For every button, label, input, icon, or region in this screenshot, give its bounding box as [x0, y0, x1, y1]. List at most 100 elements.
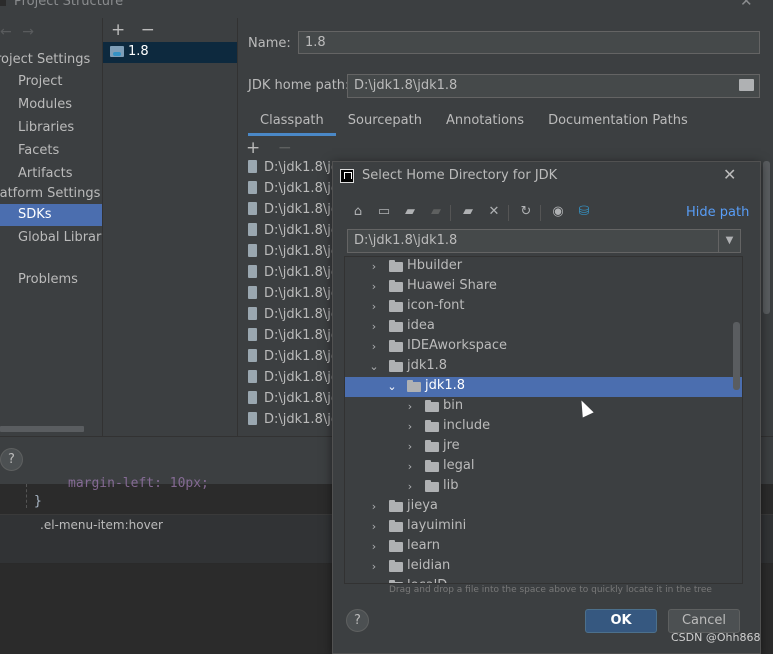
tree-item[interactable]: › jieya — [345, 497, 742, 517]
tab-classpath[interactable]: Classpath — [248, 108, 336, 136]
project-folder-icon[interactable]: ▰ — [401, 202, 419, 222]
tree-item-label: icon-font — [407, 298, 465, 313]
tree-item[interactable]: › icon-font — [345, 297, 742, 317]
hide-path-link[interactable]: Hide path — [686, 205, 749, 220]
tree-item[interactable]: › layuimini — [345, 517, 742, 537]
classpath-row[interactable]: D:\jdk1.8\jd — [248, 160, 339, 181]
classpath-row[interactable]: D:\jdk1.8\jd — [248, 370, 339, 391]
tab-sourcepath[interactable]: Sourcepath — [336, 108, 434, 136]
left-nav-scrollbar[interactable] — [0, 426, 84, 432]
help-button[interactable]: ? — [346, 609, 369, 632]
chevron-right-icon[interactable]: › — [369, 340, 379, 354]
classpath-row[interactable]: D:\jdk1.8\jd — [248, 328, 339, 349]
tree-item[interactable]: ⌄ jdk1.8 — [345, 377, 742, 397]
add-classpath-button[interactable]: + — [246, 138, 260, 158]
folder-icon — [425, 440, 439, 452]
add-sdk-button[interactable]: + — [111, 20, 125, 40]
chevron-right-icon[interactable]: › — [405, 460, 415, 474]
chevron-right-icon[interactable]: › — [405, 480, 415, 494]
tree-item[interactable]: ⌄ jdk1.8 — [345, 357, 742, 377]
back-arrow-icon[interactable]: ← — [0, 24, 12, 40]
classpath-row[interactable]: D:\jdk1.8\jd — [248, 286, 339, 307]
tree-item[interactable]: › leidian — [345, 557, 742, 577]
show-hidden-icon[interactable]: ◉ — [549, 202, 567, 222]
help-button[interactable]: ? — [0, 448, 23, 471]
tree-scrollbar[interactable] — [733, 322, 740, 390]
name-label: Name: — [248, 36, 291, 51]
nav-item-facets[interactable]: Facets — [0, 140, 102, 162]
chevron-right-icon[interactable]: › — [369, 560, 379, 574]
classpath-scrollbar[interactable] — [763, 161, 770, 314]
classpath-row[interactable]: D:\jdk1.8\jd — [248, 202, 339, 223]
tree-item[interactable]: › lib — [345, 477, 742, 497]
classpath-row[interactable]: D:\jdk1.8\jd — [248, 307, 339, 328]
tree-item[interactable]: › jre — [345, 437, 742, 457]
chevron-right-icon[interactable]: › — [369, 300, 379, 314]
jdk-home-field[interactable]: D:\jdk1.8\jdk1.8 — [347, 74, 760, 98]
drag-drop-hint: Drag and drop a file into the space abov… — [389, 585, 712, 595]
close-icon[interactable]: ✕ — [723, 165, 736, 184]
delete-icon[interactable]: ✕ — [485, 202, 503, 222]
tab-annotations[interactable]: Annotations — [434, 108, 536, 136]
sdk-item[interactable]: 1.8 — [103, 42, 237, 63]
classpath-row[interactable]: D:\jdk1.8\jd — [248, 349, 339, 370]
tree-item-label: lib — [443, 478, 459, 493]
folder-browse-icon[interactable] — [739, 79, 754, 91]
chevron-right-icon[interactable]: › — [405, 400, 415, 414]
name-field[interactable]: 1.8 — [298, 31, 760, 54]
remove-sdk-button[interactable]: − — [141, 20, 155, 40]
tab-documentation-paths[interactable]: Documentation Paths — [536, 108, 700, 136]
cancel-button[interactable]: Cancel — [668, 609, 740, 633]
chevron-right-icon[interactable]: › — [369, 320, 379, 334]
refresh-icon[interactable]: ↻ — [517, 202, 535, 222]
ok-button[interactable]: OK — [585, 609, 657, 633]
classpath-row[interactable]: D:\jdk1.8\jd — [248, 181, 339, 202]
jar-icon — [248, 223, 257, 236]
module-folder-icon[interactable]: ▰ — [427, 202, 445, 222]
nav-item-project[interactable]: Project — [0, 71, 102, 93]
chevron-right-icon[interactable]: › — [369, 540, 379, 554]
tree-item[interactable]: › idea — [345, 317, 742, 337]
jdk-icon[interactable]: ⛁ — [575, 202, 593, 222]
tree-item[interactable]: › Huawei Share — [345, 277, 742, 297]
classpath-row[interactable]: D:\jdk1.8\jd — [248, 223, 339, 244]
nav-item-sdks[interactable]: SDKs — [0, 204, 102, 226]
chevron-down-icon[interactable]: ▼ — [718, 230, 740, 252]
classpath-row[interactable]: D:\jdk1.8\jd — [248, 391, 339, 412]
chevron-right-icon[interactable]: › — [405, 420, 415, 434]
chevron-down-icon[interactable]: ⌄ — [369, 360, 379, 374]
jar-icon — [248, 391, 257, 404]
nav-item-global-libraries[interactable]: Global Libraries — [0, 227, 102, 249]
chevron-right-icon[interactable]: › — [369, 280, 379, 294]
close-icon[interactable]: ✕ — [740, 0, 753, 10]
tree-item[interactable]: › IDEAworkspace — [345, 337, 742, 357]
desktop-icon[interactable]: ▭ — [375, 202, 393, 222]
folder-icon — [389, 540, 403, 552]
classpath-row[interactable]: D:\jdk1.8\jd — [248, 244, 339, 265]
tree-item[interactable]: › learn — [345, 537, 742, 557]
tree-item[interactable]: › bin — [345, 397, 742, 417]
chevron-right-icon[interactable]: › — [369, 520, 379, 534]
chevron-down-icon[interactable]: ⌄ — [387, 380, 397, 394]
nav-item-libraries[interactable]: Libraries — [0, 117, 102, 139]
forward-arrow-icon[interactable]: → — [22, 24, 34, 40]
tree-item[interactable]: › Hbuilder — [345, 257, 742, 277]
chevron-right-icon[interactable]: › — [405, 440, 415, 454]
classpath-row[interactable]: D:\jdk1.8\jd — [248, 412, 339, 433]
nav-item-artifacts[interactable]: Artifacts — [0, 163, 102, 185]
remove-classpath-button[interactable]: − — [278, 138, 292, 158]
home-icon[interactable]: ⌂ — [349, 202, 367, 222]
chevron-right-icon[interactable]: › — [369, 260, 379, 274]
tree-item-label: learn — [407, 538, 440, 553]
tree-item[interactable]: › include — [345, 417, 742, 437]
chevron-right-icon[interactable]: › — [369, 500, 379, 514]
tree-item[interactable]: › legal — [345, 457, 742, 477]
tree-item[interactable]: › localD — [345, 577, 742, 583]
breadcrumb-item[interactable]: .el-menu-item:hover — [40, 518, 163, 532]
nav-item-problems[interactable]: Problems — [0, 269, 102, 291]
path-combobox[interactable]: D:\jdk1.8\jdk1.8 ▼ — [347, 229, 741, 253]
nav-item-modules[interactable]: Modules — [0, 94, 102, 116]
classpath-row[interactable]: D:\jdk1.8\jd — [248, 265, 339, 286]
chevron-right-icon[interactable]: › — [369, 580, 379, 583]
new-folder-icon[interactable]: ▰ — [459, 202, 477, 222]
